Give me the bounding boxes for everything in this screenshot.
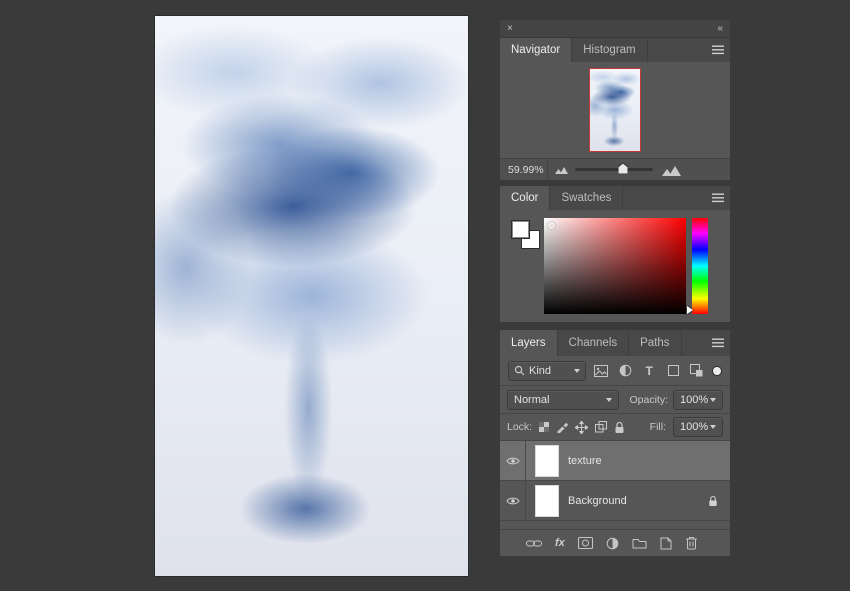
- document-canvas[interactable]: [155, 16, 468, 576]
- filter-type-layers-icon[interactable]: T: [641, 361, 658, 381]
- visibility-toggle[interactable]: [500, 441, 526, 480]
- search-icon: [514, 365, 525, 376]
- filter-adjustment-layers-icon[interactable]: [617, 361, 634, 381]
- lock-image-pixels-icon[interactable]: [556, 421, 569, 433]
- tab-navigator[interactable]: Navigator: [500, 38, 573, 62]
- lock-label: Lock:: [507, 421, 533, 433]
- saturation-brightness-field[interactable]: [544, 218, 686, 314]
- layers-tabbar: Layers Channels Paths: [500, 330, 730, 356]
- tab-histogram[interactable]: Histogram: [572, 38, 648, 62]
- filter-kind-label: Kind: [529, 364, 552, 377]
- lock-all-icon[interactable]: [614, 421, 625, 434]
- layer-name[interactable]: texture: [568, 455, 602, 467]
- layer-list: texture Background: [500, 441, 730, 521]
- layers-bottom-toolbar: fx: [500, 529, 730, 556]
- foreground-color-swatch[interactable]: [511, 220, 530, 239]
- panel-menu-icon[interactable]: [712, 193, 724, 203]
- chevron-down-icon: [573, 368, 580, 373]
- filter-pixel-layers-icon[interactable]: [593, 361, 610, 381]
- foreground-background-swatches[interactable]: [511, 220, 543, 252]
- panel-group-titlebar: × «: [500, 20, 730, 38]
- color-panel: Color Swatches: [500, 186, 730, 322]
- layer-filter-row: Kind T: [500, 356, 730, 386]
- chevron-down-icon: [710, 425, 716, 429]
- tab-channels[interactable]: Channels: [558, 330, 630, 356]
- type-glyph: T: [645, 363, 653, 378]
- panel-menu-icon[interactable]: [712, 45, 724, 55]
- lock-transparent-pixels-icon[interactable]: [539, 422, 550, 432]
- eye-icon: [505, 497, 520, 504]
- eye-icon: [505, 457, 520, 464]
- new-group-icon[interactable]: [632, 537, 647, 549]
- lock-row: Lock: Fill: 100%: [500, 414, 730, 441]
- blend-mode-row: Normal Opacity: 100%: [500, 386, 730, 414]
- layer-thumbnail[interactable]: [535, 444, 559, 477]
- layer-name[interactable]: Background: [568, 495, 627, 507]
- layers-panel: Layers Channels Paths Kind T Normal Opac…: [500, 330, 730, 556]
- blend-mode-value: Normal: [514, 393, 550, 406]
- filter-kind-dropdown[interactable]: Kind: [508, 360, 586, 381]
- close-icon[interactable]: ×: [507, 23, 513, 34]
- navigator-body: [500, 62, 730, 158]
- navigator-tabbar: Navigator Histogram: [500, 38, 730, 62]
- opacity-value: 100%: [680, 393, 709, 406]
- navigator-zoombar: 59.99%: [500, 158, 730, 181]
- fill-dropdown[interactable]: 100%: [673, 417, 723, 437]
- tab-swatches[interactable]: Swatches: [550, 186, 624, 210]
- blend-mode-dropdown[interactable]: Normal: [507, 389, 619, 410]
- add-layer-mask-icon[interactable]: [577, 537, 593, 549]
- zoom-in-icon[interactable]: [662, 164, 681, 176]
- tab-layers[interactable]: Layers: [500, 330, 558, 356]
- layer-row-texture[interactable]: texture: [500, 441, 730, 481]
- visibility-toggle[interactable]: [500, 481, 526, 520]
- navigator-panel: Navigator Histogram 59.99%: [500, 38, 730, 181]
- opacity-dropdown[interactable]: 100%: [673, 389, 723, 410]
- hue-marker[interactable]: [687, 306, 693, 314]
- fill-value: 100%: [680, 421, 709, 433]
- filter-smart-objects-icon[interactable]: [689, 361, 706, 381]
- zoom-out-icon[interactable]: [555, 165, 568, 174]
- chevron-down-icon: [606, 397, 612, 402]
- layer-style-icon[interactable]: fx: [555, 537, 565, 549]
- hue-strip[interactable]: [692, 218, 708, 314]
- zoom-slider-thumb[interactable]: [617, 163, 628, 174]
- color-body: [500, 210, 730, 322]
- collapse-panels-icon[interactable]: «: [717, 23, 723, 34]
- lock-artboard-icon[interactable]: [595, 421, 608, 433]
- adjustment-layer-icon[interactable]: [606, 537, 619, 550]
- panel-menu-icon[interactable]: [712, 338, 724, 348]
- filter-shape-layers-icon[interactable]: [665, 361, 682, 381]
- new-layer-icon[interactable]: [660, 537, 672, 550]
- opacity-label: Opacity:: [629, 393, 668, 406]
- lock-position-icon[interactable]: [575, 420, 589, 434]
- tab-paths[interactable]: Paths: [629, 330, 682, 356]
- color-tabbar: Color Swatches: [500, 186, 730, 210]
- chevron-down-icon: [710, 397, 716, 402]
- panel-group: × « Navigator Histogram 59.99% Color Swa…: [500, 20, 730, 556]
- zoom-percentage-field[interactable]: 59.99%: [500, 158, 548, 181]
- link-layers-icon[interactable]: [526, 539, 542, 548]
- layer-row-background[interactable]: Background: [500, 481, 730, 521]
- layer-filtering-toggle[interactable]: [712, 365, 722, 376]
- layers-empty-area: [500, 521, 730, 529]
- fill-label: Fill:: [649, 421, 666, 433]
- navigator-preview[interactable]: [589, 68, 641, 152]
- delete-layer-icon[interactable]: [685, 536, 698, 550]
- color-picker-marker[interactable]: [548, 222, 555, 229]
- layer-thumbnail[interactable]: [535, 484, 559, 517]
- photoshop-workspace: × « Navigator Histogram 59.99% Color Swa…: [0, 0, 850, 591]
- layer-lock-icon: [708, 495, 718, 507]
- zoom-slider[interactable]: [575, 163, 653, 174]
- tab-color[interactable]: Color: [500, 186, 551, 210]
